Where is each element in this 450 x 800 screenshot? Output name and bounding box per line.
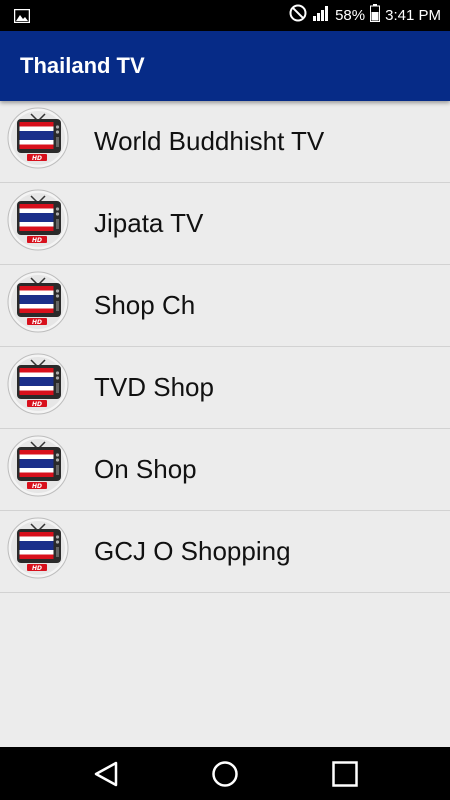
channel-list: HD World Buddhisht TV HD Jipata TV HD Sh… <box>0 101 450 593</box>
status-bar: 58% 3:41 PM <box>0 0 450 31</box>
channel-name: World Buddhisht TV <box>94 126 325 156</box>
back-icon[interactable] <box>92 760 120 788</box>
svg-text:HD: HD <box>32 237 42 244</box>
battery-percent: 58% <box>335 7 366 24</box>
channel-name: GCJ O Shopping <box>94 536 291 566</box>
battery-icon <box>370 4 381 27</box>
navigation-bar <box>0 747 450 800</box>
channel-list-item[interactable]: HD Shop Ch <box>0 265 450 347</box>
svg-text:HD: HD <box>32 401 42 408</box>
svg-text:HD: HD <box>32 319 42 326</box>
home-icon[interactable] <box>211 760 239 788</box>
clock: 3:41 PM <box>385 7 441 24</box>
signal-icon <box>312 5 330 26</box>
channel-name: Jipata TV <box>94 208 204 238</box>
channel-name: On Shop <box>94 454 197 484</box>
channel-name: Shop Ch <box>94 290 196 320</box>
channel-list-item[interactable]: HD GCJ O Shopping <box>0 511 450 593</box>
thai-flag-tv-icon: HD <box>7 107 69 169</box>
channel-name: TVD Shop <box>94 372 214 402</box>
channel-list-item[interactable]: HD TVD Shop <box>0 347 450 429</box>
channel-list-item[interactable]: HD World Buddhisht TV <box>0 101 450 183</box>
app-title: Thailand TV <box>20 53 145 78</box>
thai-flag-tv-icon: HD <box>7 435 69 497</box>
thai-flag-tv-icon: HD <box>7 189 69 251</box>
status-icons: 58% 3:41 PM <box>284 0 441 31</box>
svg-text:HD: HD <box>32 565 42 572</box>
channel-list-item[interactable]: HD On Shop <box>0 429 450 511</box>
recents-icon[interactable] <box>331 760 359 788</box>
image-icon <box>13 8 31 28</box>
thai-flag-tv-icon: HD <box>7 271 69 333</box>
do-not-disturb-icon <box>289 4 307 27</box>
app-bar: Thailand TV <box>0 31 450 101</box>
thai-flag-tv-icon: HD <box>7 517 69 579</box>
svg-text:HD: HD <box>32 483 42 490</box>
channel-list-item[interactable]: HD Jipata TV <box>0 183 450 265</box>
svg-text:HD: HD <box>32 155 42 162</box>
thai-flag-tv-icon: HD <box>7 353 69 415</box>
